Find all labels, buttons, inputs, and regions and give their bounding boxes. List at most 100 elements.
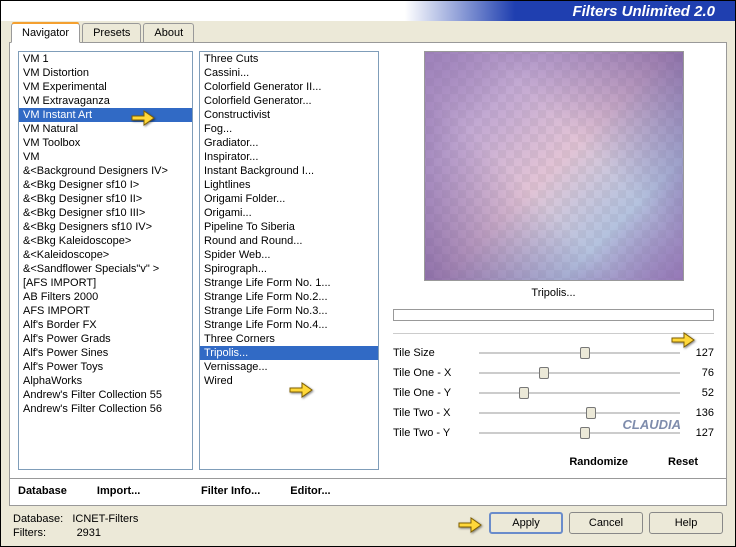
list-item[interactable]: Wired — [200, 374, 378, 388]
randomize-link[interactable]: Randomize — [569, 456, 628, 468]
list-item[interactable]: Andrew's Filter Collection 56 — [19, 402, 192, 416]
preview-image — [424, 51, 684, 281]
app-window: Filters Unlimited 2.0 Navigator Presets … — [0, 0, 736, 547]
slider-track[interactable] — [479, 372, 680, 374]
list-item[interactable]: Andrew's Filter Collection 55 — [19, 388, 192, 402]
list-item[interactable]: Alf's Power Sines — [19, 346, 192, 360]
list-item[interactable]: Strange Life Form No. 1... — [200, 276, 378, 290]
list-item[interactable]: Spider Web... — [200, 248, 378, 262]
slider-label: Tile One - Y — [393, 387, 473, 399]
list-item[interactable]: AB Filters 2000 — [19, 290, 192, 304]
reset-link[interactable]: Reset — [668, 456, 698, 468]
list-item[interactable]: Vernissage... — [200, 360, 378, 374]
list-item[interactable]: Fog... — [200, 122, 378, 136]
list-item[interactable]: VM 1 — [19, 52, 192, 66]
preview-label: Tripolis... — [389, 285, 718, 305]
slider-track[interactable] — [479, 392, 680, 394]
list-item[interactable]: Inspirator... — [200, 150, 378, 164]
tab-about[interactable]: About — [143, 23, 194, 42]
dialog-buttons: Apply Cancel Help — [457, 512, 723, 534]
list-item[interactable]: AlphaWorks — [19, 374, 192, 388]
list-item[interactable]: VM Instant Art — [19, 108, 192, 122]
list-item[interactable]: Lightlines — [200, 178, 378, 192]
list-item[interactable]: VM — [19, 150, 192, 164]
list-item[interactable]: Strange Life Form No.4... — [200, 318, 378, 332]
slider-row: Tile One - Y52 — [393, 384, 714, 402]
apply-button[interactable]: Apply — [489, 512, 563, 534]
editor-link[interactable]: Editor... — [290, 485, 330, 497]
filter-list[interactable]: Three CutsCassini...Colorfield Generator… — [199, 51, 379, 470]
filters-count-label: Filters: — [13, 527, 46, 539]
list-item[interactable]: Gradiator... — [200, 136, 378, 150]
slider-group: Tile Size127Tile One - X76Tile One - Y52… — [389, 344, 718, 442]
list-item[interactable]: &<Kaleidoscope> — [19, 248, 192, 262]
list-item[interactable]: Alf's Power Grads — [19, 332, 192, 346]
list-item[interactable]: &<Bkg Designers sf10 IV> — [19, 220, 192, 234]
title-bar: Filters Unlimited 2.0 — [1, 1, 735, 21]
filter-info-link[interactable]: Filter Info... — [201, 485, 260, 497]
list-item[interactable]: Alf's Border FX — [19, 318, 192, 332]
database-label: Database: — [13, 513, 63, 525]
list-item[interactable]: &<Bkg Designer sf10 III> — [19, 206, 192, 220]
list-item[interactable]: &<Bkg Designer sf10 I> — [19, 178, 192, 192]
slider-thumb[interactable] — [539, 367, 549, 379]
list-item[interactable]: AFS IMPORT — [19, 304, 192, 318]
pointer-icon — [457, 513, 483, 533]
main-panel: VM 1VM DistortionVM ExperimentalVM Extra… — [9, 42, 727, 479]
footer: Database: ICNET-Filters Filters: 2931 Ap… — [1, 506, 735, 546]
list-item[interactable]: VM Toolbox — [19, 136, 192, 150]
slider-label: Tile One - X — [393, 367, 473, 379]
list-item[interactable]: Constructivist — [200, 108, 378, 122]
category-list[interactable]: VM 1VM DistortionVM ExperimentalVM Extra… — [18, 51, 193, 470]
list-item[interactable]: Three Cuts — [200, 52, 378, 66]
list-item[interactable]: VM Experimental — [19, 80, 192, 94]
slider-thumb[interactable] — [519, 387, 529, 399]
list-item[interactable]: Round and Round... — [200, 234, 378, 248]
slider-row: Tile Two - X136 — [393, 404, 714, 422]
slider-row: Tile Two - Y 127 — [393, 424, 714, 442]
cancel-button[interactable]: Cancel — [569, 512, 643, 534]
list-item[interactable]: Strange Life Form No.3... — [200, 304, 378, 318]
list-item[interactable]: VM Distortion — [19, 66, 192, 80]
slider-track[interactable] — [479, 432, 680, 434]
tab-navigator[interactable]: Navigator — [11, 23, 80, 43]
list-item[interactable]: Strange Life Form No.2... — [200, 290, 378, 304]
list-item[interactable]: Tripolis... — [200, 346, 378, 360]
slider-thumb[interactable] — [580, 347, 590, 359]
list-item[interactable]: Cassini... — [200, 66, 378, 80]
list-item[interactable]: &<Bkg Kaleidoscope> — [19, 234, 192, 248]
list-item[interactable]: &<Bkg Designer sf10 II> — [19, 192, 192, 206]
slider-track[interactable] — [479, 412, 680, 414]
bottom-links: Database Import... Filter Info... Editor… — [9, 479, 727, 506]
list-item[interactable]: Origami Folder... — [200, 192, 378, 206]
list-item[interactable]: VM Extravaganza — [19, 94, 192, 108]
app-title: Filters Unlimited 2.0 — [572, 3, 715, 20]
preview-actions: Randomize Reset — [389, 450, 718, 470]
slider-thumb[interactable] — [580, 427, 590, 439]
slider-value: 127 — [686, 427, 714, 439]
preview-panel: Tripolis... Tile Size127Tile One - X76Ti… — [385, 51, 718, 470]
list-item[interactable]: VM Natural — [19, 122, 192, 136]
list-item[interactable]: &<Sandflower Specials"v" > — [19, 262, 192, 276]
tab-strip: Navigator Presets About — [1, 23, 735, 42]
list-item[interactable]: Three Corners — [200, 332, 378, 346]
slider-value: 127 — [686, 347, 714, 359]
slider-row: Tile Size127 — [393, 344, 714, 362]
list-item[interactable]: Spirograph... — [200, 262, 378, 276]
list-item[interactable]: &<Background Designers IV> — [19, 164, 192, 178]
slider-track[interactable] — [479, 352, 680, 354]
list-item[interactable]: Alf's Power Toys — [19, 360, 192, 374]
slider-label: Tile Two - Y — [393, 427, 473, 439]
list-item[interactable]: Pipeline To Siberia — [200, 220, 378, 234]
list-item[interactable]: [AFS IMPORT] — [19, 276, 192, 290]
slider-thumb[interactable] — [586, 407, 596, 419]
list-item[interactable]: Instant Background I... — [200, 164, 378, 178]
import-link[interactable]: Import... — [97, 485, 140, 497]
database-link[interactable]: Database — [18, 485, 67, 497]
help-button[interactable]: Help — [649, 512, 723, 534]
list-item[interactable]: Colorfield Generator II... — [200, 80, 378, 94]
list-item[interactable]: Origami... — [200, 206, 378, 220]
list-item[interactable]: Colorfield Generator... — [200, 94, 378, 108]
tab-presets[interactable]: Presets — [82, 23, 141, 42]
slider-value: 136 — [686, 407, 714, 419]
